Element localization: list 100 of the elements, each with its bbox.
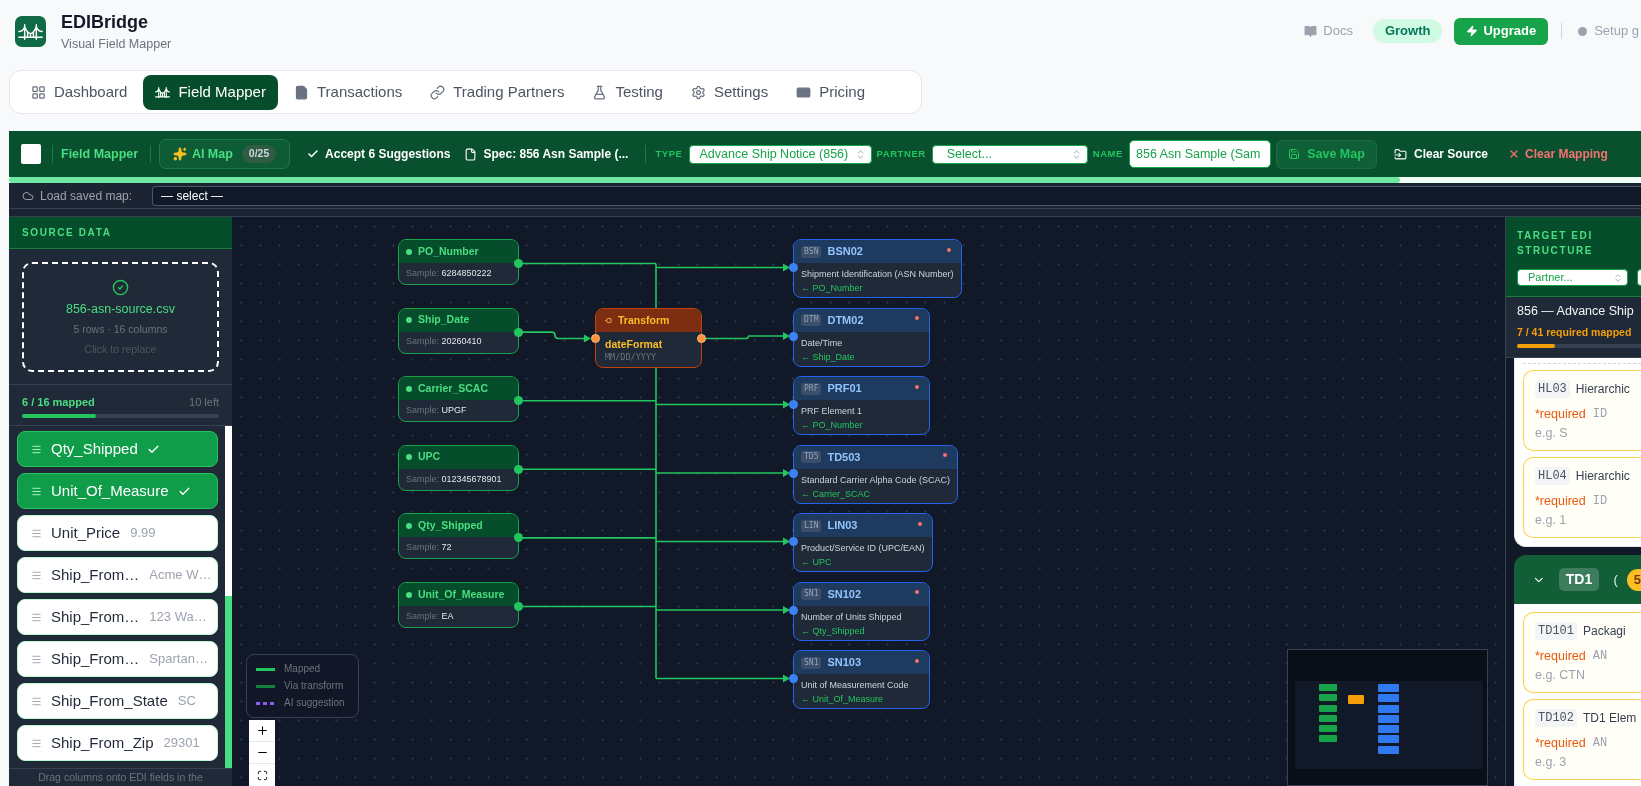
mapped-source: ← PO_Number [801, 282, 864, 294]
bridge-icon [155, 84, 171, 100]
fit-view-button[interactable] [249, 764, 275, 786]
input-handle[interactable] [789, 263, 798, 272]
nav-tab[interactable]: Dashboard [19, 74, 140, 110]
ai-map-button[interactable]: AI Map 0/25 [159, 139, 291, 169]
accept-suggestions-button[interactable]: Accept 6 Suggestions [307, 145, 451, 163]
legend-label: Mapped [284, 662, 321, 676]
link-icon [430, 84, 446, 100]
count-badge: 0/25 [241, 145, 277, 163]
plus-icon [255, 724, 269, 737]
saved-map-select[interactable]: — select — [152, 185, 1641, 206]
segment-header[interactable]: TD1 ( 5 [1514, 555, 1641, 604]
element-code: SN103 [827, 655, 862, 671]
input-handle[interactable] [789, 468, 798, 478]
element-name: TD1 Elem [1583, 710, 1637, 727]
grid-icon [31, 84, 46, 100]
data-type: ID [1592, 493, 1608, 509]
output-handle[interactable] [697, 334, 706, 343]
function-name: dateFormat [605, 337, 664, 351]
node-label: Qty_Shipped [418, 518, 483, 533]
data-type: ID [1592, 406, 1608, 422]
output-handle[interactable] [514, 396, 523, 406]
output-handle[interactable] [514, 259, 523, 268]
output-handle[interactable] [514, 464, 523, 474]
scrollbar[interactable] [225, 426, 232, 768]
zoom-in-button[interactable] [249, 720, 275, 742]
source-column[interactable]: Ship_From… Acme W… [17, 557, 218, 593]
clear-source-button[interactable]: Clear Source [1394, 145, 1489, 163]
transaction-title: 856 — Advance Ship [1517, 303, 1635, 320]
element-description: Product/Service ID (UPC/EAN) [801, 542, 925, 554]
data-type: AN [1592, 648, 1608, 664]
nav-tab[interactable]: Trading Partners [418, 74, 577, 110]
input-handle[interactable] [789, 674, 798, 683]
plan-badge: Growth [1372, 19, 1443, 43]
source-column[interactable]: Qty_Shipped [17, 431, 218, 467]
node-label: UPC [418, 449, 441, 465]
minimap-source-node [1318, 735, 1337, 743]
card-icon [796, 84, 812, 100]
sample-text: Sample: UPGF [406, 403, 467, 417]
drag-handle-icon [31, 611, 42, 623]
segment-tag: DTM [801, 314, 822, 326]
file-name: 856-asn-source.csv [65, 301, 176, 317]
output-handle[interactable] [514, 533, 523, 543]
sample-text: Sample: EA [406, 609, 454, 623]
minimap-target-node [1377, 694, 1399, 703]
line-swatch-icon [256, 684, 275, 688]
minimap-target-node [1377, 745, 1399, 754]
segment-tag: SN1 [801, 656, 822, 669]
drag-handle-icon [31, 695, 42, 707]
nav-tab[interactable]: Field Mapper [143, 74, 278, 110]
sample-text: Sample: 6284850222 [406, 266, 492, 280]
input-handle[interactable] [789, 400, 798, 409]
sample-value: SC [177, 692, 196, 711]
mapped-source: ← Ship_Date [801, 350, 856, 363]
required-label: *required [1535, 735, 1586, 751]
output-handle[interactable] [514, 602, 523, 611]
drag-handle-icon [31, 737, 42, 749]
input-handle[interactable] [789, 331, 798, 341]
source-column[interactable]: Ship_From_State SC [17, 683, 218, 719]
minimap-source-node [1318, 714, 1337, 722]
cloud-icon [22, 189, 34, 202]
scrollbar[interactable] [9, 177, 1641, 183]
output-handle[interactable] [514, 327, 523, 337]
sample-value: Acme W… [149, 566, 212, 585]
sample-value: Spartan… [149, 650, 208, 669]
source-column[interactable]: Ship_From… 123 Wa… [17, 599, 218, 635]
node-title: Transform [618, 312, 670, 328]
element-name: Hierarchic [1575, 381, 1630, 398]
node-label: Carrier_SCAC [418, 380, 489, 396]
mapped-source: ← Carrier_SCAC [801, 487, 871, 500]
source-column[interactable]: Ship_From_Zip 29301 [17, 725, 218, 761]
source-column[interactable]: Unit_Price 9.99 [17, 515, 218, 551]
minimap-target-node [1377, 725, 1399, 734]
nav-tab[interactable]: Transactions [281, 74, 415, 110]
input-handle[interactable] [789, 537, 798, 546]
sample-value: 29301 [163, 734, 200, 753]
input-handle[interactable] [789, 605, 798, 615]
segment-tag: PRF [801, 382, 822, 395]
minimap-source-node [1318, 725, 1337, 733]
nav-tab[interactable]: Settings [678, 74, 781, 110]
remaining-count: 10 left [189, 395, 219, 409]
mapped-source: ← Unit_Of_Measure [801, 693, 885, 705]
settings-icon [690, 84, 706, 100]
source-column[interactable]: Ship_From… Spartan… [17, 641, 218, 677]
element-code: SN102 [827, 586, 862, 602]
flask-icon [592, 84, 608, 100]
element-code: PRF01 [827, 381, 862, 397]
node-label: Unit_Of_Measure [418, 586, 505, 602]
element-name: Hierarchic [1575, 468, 1630, 485]
element-description: Number of Units Shipped [801, 610, 903, 623]
nav-tab[interactable]: Testing [580, 74, 675, 110]
source-column[interactable]: Unit_Of_Measure [17, 473, 218, 509]
document-icon [464, 147, 478, 161]
square-icon [21, 144, 41, 164]
check-icon [307, 148, 320, 160]
nav-tab[interactable]: Pricing [784, 74, 877, 110]
filter-select[interactable] [1637, 269, 1641, 286]
input-handle[interactable] [591, 334, 600, 343]
element-description: Date/Time [801, 336, 844, 349]
